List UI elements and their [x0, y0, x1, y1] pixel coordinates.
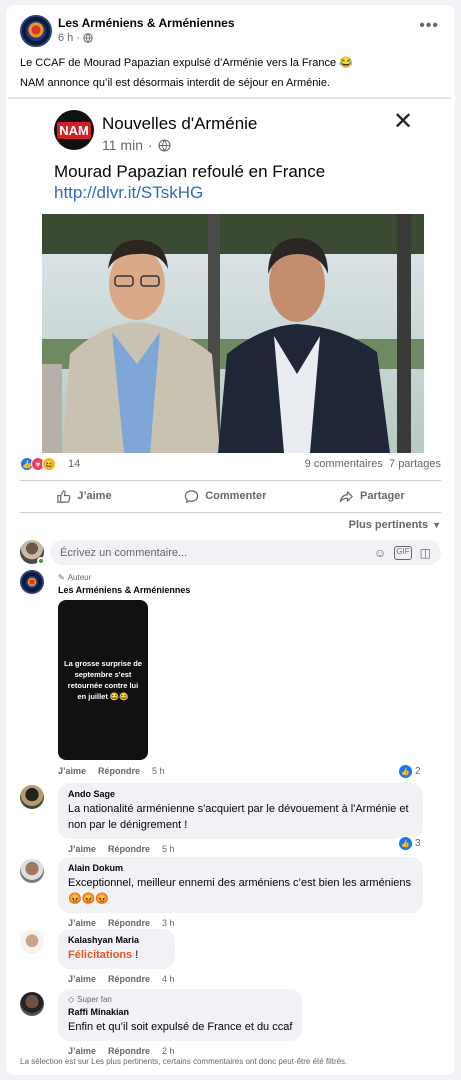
- pencil-icon: ✎: [58, 573, 65, 582]
- comment-time[interactable]: 5 h: [152, 766, 165, 776]
- comment-item: Alain Dokum Exceptionnel, meilleur ennem…: [20, 855, 441, 928]
- comment-reply-button[interactable]: Répondre: [108, 844, 150, 854]
- haha-reaction-icon: 😆: [42, 457, 56, 471]
- shared-text: Mourad Papazian refoulé en France http:/…: [54, 162, 326, 202]
- shared-meta: 11 min ·: [102, 137, 171, 153]
- comment-time[interactable]: 2 h: [162, 1046, 175, 1056]
- comment-button[interactable]: Commenter: [184, 489, 266, 504]
- sort-dropdown[interactable]: Plus pertinents ▼: [349, 519, 441, 531]
- comment-text: Enfin et qu’il soit expulsé de France et…: [68, 1021, 293, 1033]
- sticker-icon[interactable]: ◫: [420, 546, 431, 560]
- comment-like-button[interactable]: J’aime: [68, 844, 96, 854]
- comment-image-text: La grosse surprise de septembre s'est re…: [58, 600, 148, 760]
- divider: [20, 512, 441, 513]
- commenter-avatar[interactable]: [20, 992, 44, 1016]
- shared-page-name: Nouvelles d'Arménie: [102, 114, 258, 133]
- post-text: Le CCAF de Mourad Papazian expulsé d’Arm…: [20, 54, 441, 94]
- comment-item: ◇ Super fan Raffi Minakian Enfin et qu’i…: [20, 989, 441, 1059]
- globe-icon: [158, 138, 171, 152]
- thumbs-up-icon: [57, 489, 71, 503]
- globe-icon: [83, 33, 93, 43]
- comment-bubble: Kalashyan Maria Félicitations !: [58, 929, 175, 969]
- shared-link: http://dlvr.it/STskHG: [54, 183, 204, 202]
- comment-like-button[interactable]: J’aime: [68, 974, 96, 984]
- commenter-name[interactable]: Ando Sage: [68, 789, 413, 799]
- online-status-icon: [37, 557, 45, 565]
- post-text-line: Le CCAF de Mourad Papazian expulsé d’Arm…: [20, 57, 353, 69]
- commenter-name[interactable]: Les Arméniens & Arméniennes: [58, 585, 190, 595]
- composer-icons: ☺ GIF ◫: [374, 546, 431, 560]
- comment-reply-button[interactable]: Répondre: [108, 974, 150, 984]
- page-name[interactable]: Les Arméniens & Arméniennes: [58, 16, 235, 30]
- comment-text: Félicitations !: [68, 949, 139, 961]
- diamond-icon: ◇: [68, 995, 75, 1004]
- commenter-avatar[interactable]: [20, 859, 44, 883]
- post-header: Les Arméniens & Arméniennes 6 h · •••: [20, 15, 441, 49]
- comment-bubble: ◇ Super fan Raffi Minakian Enfin et qu’i…: [58, 989, 303, 1041]
- reaction-count[interactable]: 14: [68, 458, 80, 470]
- comment-actions: J’aime Répondre 4 h: [58, 974, 175, 984]
- author-badge: ✎ Auteur: [58, 573, 92, 582]
- commenter-avatar[interactable]: [20, 570, 44, 594]
- reactions-bar: 👍 ♥ 😆 14 9 commentaires 7 partages: [20, 452, 441, 476]
- comment-composer: Écrivez un commentaire... ☺ GIF ◫: [20, 536, 441, 568]
- commenter-avatar[interactable]: [20, 785, 44, 809]
- more-options-button[interactable]: •••: [419, 17, 439, 35]
- comment-like-count[interactable]: 👍 3: [396, 836, 424, 851]
- comment-item: Kalashyan Maria Félicitations ! J’aime R…: [20, 926, 441, 986]
- caret-down-icon: ▼: [432, 520, 441, 530]
- comment-input[interactable]: Écrivez un commentaire... ☺ GIF ◫: [50, 540, 441, 565]
- comment-highlight-text: Félicitations: [68, 949, 133, 961]
- shares-count[interactable]: 7 partages: [389, 458, 441, 470]
- like-reaction-icon: 👍: [399, 765, 412, 778]
- nam-logo: NAM: [54, 110, 94, 150]
- commenter-avatar[interactable]: [20, 930, 44, 954]
- comment-item: Ando Sage La nationalité arménienne s'ac…: [20, 783, 441, 854]
- comment-image[interactable]: La grosse surprise de septembre s'est re…: [58, 600, 190, 760]
- comment-reply-button[interactable]: Répondre: [98, 766, 140, 776]
- gif-icon[interactable]: GIF: [394, 546, 412, 560]
- action-bar: J’aime Commenter Partager: [20, 481, 441, 511]
- like-button[interactable]: J’aime: [56, 489, 112, 504]
- like-reaction-icon: 👍: [399, 837, 412, 850]
- shared-time: 11 min: [102, 137, 143, 153]
- comment-like-count[interactable]: 👍 2: [396, 764, 424, 779]
- shared-screenshot[interactable]: NAM Nouvelles d'Arménie 11 min · ✕ Moura…: [8, 97, 451, 453]
- commenter-name[interactable]: Kalashyan Maria: [68, 935, 165, 945]
- comment-actions: J’aime Répondre 5 h: [58, 844, 423, 854]
- post-time[interactable]: 6 h: [58, 32, 73, 44]
- comment-text: La nationalité arménienne s'acquiert par…: [68, 803, 409, 831]
- reaction-icons[interactable]: 👍 ♥ 😆: [20, 457, 56, 471]
- comment-reply-button[interactable]: Répondre: [108, 1046, 150, 1056]
- post-card: Les Arméniens & Arméniennes 6 h · ••• Le…: [6, 5, 455, 1075]
- filter-note: La sélection est sur Les plus pertinents…: [20, 1057, 348, 1066]
- comment-item: ✎ Auteur Les Arméniens & Arméniennes La …: [20, 568, 441, 779]
- comment-bubble: Ando Sage La nationalité arménienne s'ac…: [58, 783, 423, 839]
- comment-like-button[interactable]: J’aime: [58, 766, 86, 776]
- emoji-icon[interactable]: ☺: [374, 546, 386, 560]
- share-button[interactable]: Partager: [339, 489, 405, 504]
- share-icon: [339, 490, 353, 502]
- comment-time[interactable]: 5 h: [162, 844, 175, 854]
- comment-bubble: Alain Dokum Exceptionnel, meilleur ennem…: [58, 857, 423, 913]
- post-photo[interactable]: [42, 214, 424, 453]
- comment-icon: [185, 489, 199, 503]
- photo-two-men: [42, 214, 424, 453]
- comment-actions: J’aime Répondre 2 h: [58, 1046, 302, 1056]
- comments-count[interactable]: 9 commentaires: [305, 458, 383, 470]
- page-avatar[interactable]: [20, 15, 52, 47]
- comment-share-counts: 9 commentaires 7 partages: [305, 458, 441, 470]
- comment-like-button[interactable]: J’aime: [68, 1046, 96, 1056]
- commenter-name[interactable]: Raffi Minakian: [68, 1007, 292, 1017]
- post-meta: 6 h ·: [58, 32, 93, 44]
- post-text-line: NAM annonce qu’il est désormais interdit…: [20, 77, 330, 89]
- comment-actions: J’aime Répondre 5 h: [58, 766, 190, 776]
- super-fan-badge: ◇ Super fan: [68, 995, 112, 1004]
- commenter-name[interactable]: Alain Dokum: [68, 863, 413, 873]
- comment-text: Exceptionnel, meilleur ennemi des arméni…: [68, 877, 412, 905]
- comment-time[interactable]: 4 h: [162, 974, 175, 984]
- close-icon: ✕: [393, 108, 414, 135]
